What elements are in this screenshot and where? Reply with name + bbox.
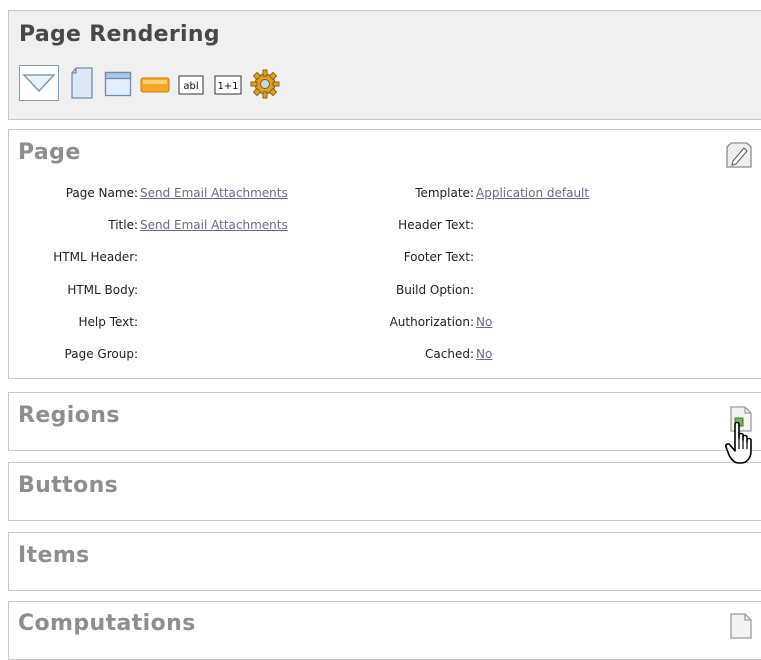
computation-icon[interactable]: 1+1 [214,75,242,95]
items-section: Items [8,532,761,591]
page-group-label: Page Group: [64,347,138,361]
edit-page-icon[interactable] [725,141,753,173]
page-name-label: Page Name: [65,186,138,200]
process-gear-icon[interactable] [250,69,280,99]
template-link[interactable]: Application default [476,186,589,200]
html-header-label: HTML Header: [53,250,138,264]
create-computation-icon[interactable] [729,612,753,644]
help-text-label: Help Text: [78,315,138,329]
authorization-label: Authorization: [389,315,474,329]
template-label: Template: [415,186,474,200]
region-icon[interactable] [104,71,132,97]
cached-link[interactable]: No [476,347,492,361]
regions-title: Regions [18,403,120,428]
page-rendering-panel: Page Rendering abl 1+1 [8,10,761,120]
text-item-icon[interactable]: abl [178,75,204,95]
header-text-label: Header Text: [398,218,474,232]
button-icon[interactable] [140,77,170,93]
text-item-icon-label: abl [183,81,198,92]
buttons-section: Buttons [8,462,761,521]
authorization-link[interactable]: No [476,315,492,329]
filter-icon[interactable] [19,65,59,101]
hand-cursor-icon [725,421,757,471]
computation-icon-label: 1+1 [217,81,238,92]
title-link[interactable]: Send Email Attachments [140,218,288,232]
title-label: Title: [108,218,138,232]
items-title: Items [18,543,90,568]
page-section-title: Page [18,140,81,165]
computations-title: Computations [18,611,196,636]
computations-section: Computations [8,601,761,660]
cached-label: Cached: [425,347,474,361]
page-name-link[interactable]: Send Email Attachments [140,186,288,200]
html-body-label: HTML Body: [67,283,138,297]
buttons-title: Buttons [18,473,119,498]
regions-section: Regions [8,392,761,451]
page-icon[interactable] [69,66,95,100]
footer-text-label: Footer Text: [403,250,474,264]
page-rendering-title: Page Rendering [19,22,220,47]
build-option-label: Build Option: [395,283,474,297]
